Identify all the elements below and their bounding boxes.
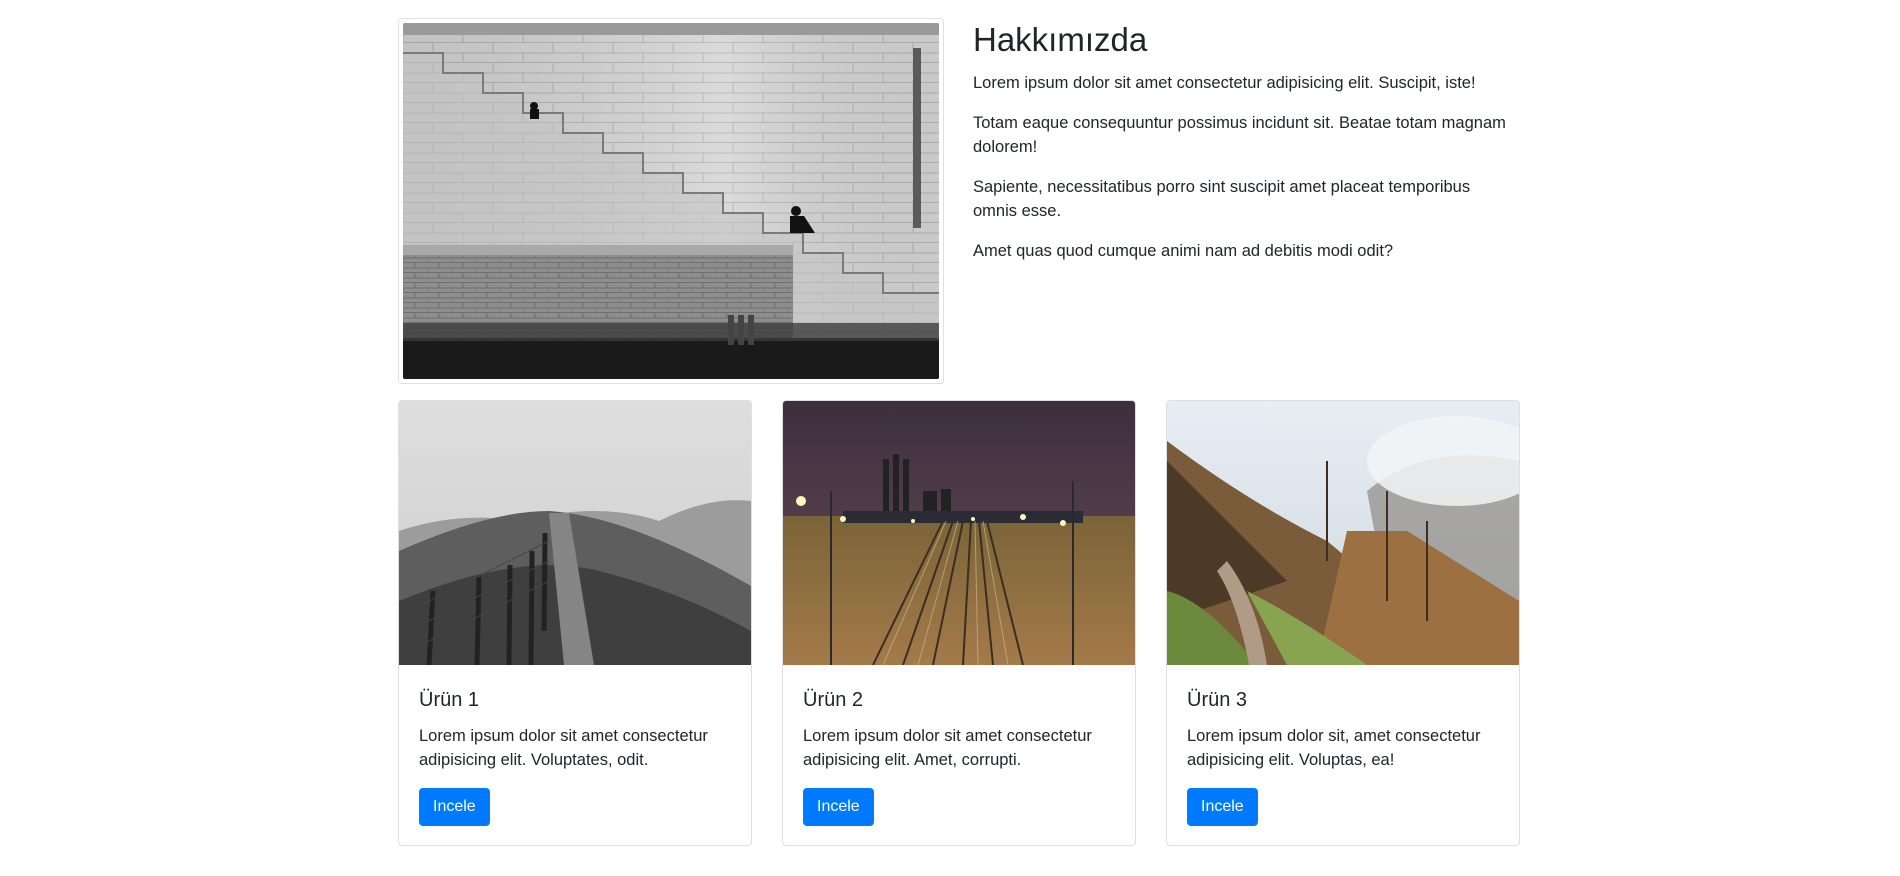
product-card-2: Ürün 2 Lorem ipsum dolor sit amet consec… bbox=[782, 400, 1136, 846]
product-card-1: Ürün 1 Lorem ipsum dolor sit amet consec… bbox=[398, 400, 752, 846]
about-paragraph-2: Totam eaque consequuntur possimus incidu… bbox=[973, 113, 1506, 156]
product-2-body: Ürün 2 Lorem ipsum dolor sit amet consec… bbox=[783, 665, 1135, 845]
product-2-image bbox=[783, 401, 1135, 665]
product-1-text: Lorem ipsum dolor sit amet consectetur a… bbox=[419, 727, 708, 769]
product-2-text: Lorem ipsum dolor sit amet consectetur a… bbox=[803, 727, 1092, 769]
product-cards: Ürün 1 Lorem ipsum dolor sit amet consec… bbox=[398, 400, 1520, 846]
product-1-inspect-button[interactable]: Incele bbox=[419, 788, 490, 826]
product-2-inspect-button[interactable]: Incele bbox=[803, 788, 874, 826]
product-3-title: Ürün 3 bbox=[1187, 689, 1248, 711]
about-image bbox=[398, 18, 944, 384]
product-2-title: Ürün 2 bbox=[803, 689, 864, 711]
about-section: Hakkımızda Lorem ipsum dolor sit amet co… bbox=[398, 18, 1514, 384]
about-paragraph-3: Sapiente, necessitatibus porro sint susc… bbox=[973, 177, 1471, 220]
product-3-image bbox=[1167, 401, 1519, 665]
stairs-photo bbox=[403, 23, 939, 379]
product-1-image bbox=[399, 401, 751, 665]
product-card-3: Ürün 3 Lorem ipsum dolor sit, amet conse… bbox=[1166, 400, 1520, 846]
page-container: Hakkımızda Lorem ipsum dolor sit amet co… bbox=[398, 0, 1520, 876]
product-3-inspect-button[interactable]: Incele bbox=[1187, 788, 1258, 826]
product-1-title: Ürün 1 bbox=[419, 689, 480, 711]
about-paragraph-1: Lorem ipsum dolor sit amet consectetur a… bbox=[973, 73, 1476, 92]
about-text: Hakkımızda Lorem ipsum dolor sit amet co… bbox=[973, 18, 1513, 279]
about-paragraph-4: Amet quas quod cumque animi nam ad debit… bbox=[973, 241, 1394, 260]
about-heading: Hakkımızda bbox=[973, 21, 1148, 58]
product-1-body: Ürün 1 Lorem ipsum dolor sit amet consec… bbox=[399, 665, 751, 845]
product-3-text: Lorem ipsum dolor sit, amet consectetur … bbox=[1187, 727, 1481, 769]
product-3-body: Ürün 3 Lorem ipsum dolor sit, amet conse… bbox=[1167, 665, 1519, 845]
